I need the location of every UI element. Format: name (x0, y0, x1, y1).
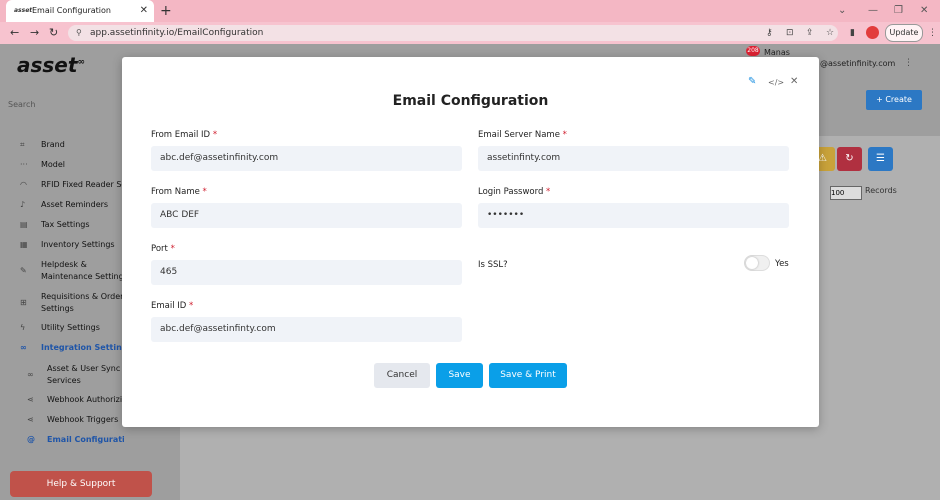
sidebar-item-model[interactable]: ··· Model (0, 158, 124, 172)
sidebar-search[interactable]: Search (8, 100, 35, 109)
at-icon: @ (27, 435, 35, 444)
sidebar-item-utility-settings[interactable]: ϟ Utility Settings (0, 321, 124, 335)
create-button[interactable]: + Create (866, 90, 922, 110)
sidebar-item-helpdesk[interactable]: ✎ Helpdesk & Maintenance Setting (0, 258, 124, 284)
sidebar-item-rfid[interactable]: ◠ RFID Fixed Reader Se (0, 178, 124, 192)
close-tab-icon[interactable]: ✕ (140, 0, 148, 22)
sidebar-item-integration-settings[interactable]: ∞ Integration Settings (0, 341, 124, 355)
menu-kebab-icon[interactable]: ⋮ (928, 26, 937, 40)
code-icon[interactable]: </> (768, 78, 784, 87)
login-password-input[interactable] (478, 203, 789, 228)
sidebar-item-asset-user-sync[interactable]: ∞ Asset & User Sync Services (0, 362, 124, 388)
sidepanel-icon[interactable]: ▮ (850, 26, 855, 40)
cart-icon: ⊞ (20, 298, 27, 307)
server-name-label: Email Server Name * (478, 130, 567, 140)
chevron-down-icon[interactable]: ⌄ (838, 0, 846, 22)
key-icon[interactable]: ⚷ (766, 26, 773, 40)
save-button[interactable]: Save (436, 363, 483, 388)
dots-icon: ··· (20, 160, 28, 169)
sidebar-item-inventory-settings[interactable]: ▦ Inventory Settings (0, 238, 124, 252)
modal-title: Email Configuration (392, 93, 549, 109)
url-text: app.assetinfinity.io/EmailConfiguration (90, 28, 264, 38)
sidebar-item-tax-settings[interactable]: ▤ Tax Settings (0, 218, 124, 232)
email-config-modal: ✎ </> ✕ Email Configuration From Email I… (122, 57, 819, 427)
bolt-icon: ϟ (20, 323, 26, 332)
maximize-icon[interactable]: ❐ (894, 0, 903, 22)
toggle-knob (746, 257, 758, 269)
sidebar-item-requisitions[interactable]: ⊞ Requisitions & Order Settings (0, 290, 124, 316)
forward-icon[interactable]: → (30, 22, 39, 44)
ssl-toggle[interactable] (744, 255, 770, 271)
records-select[interactable]: 100 (830, 186, 862, 200)
refresh-button[interactable]: ↻ (837, 147, 862, 171)
port-label: Port * (151, 244, 175, 254)
help-support-button[interactable]: Help & Support (10, 471, 152, 497)
cancel-button[interactable]: Cancel (374, 363, 430, 388)
favicon-icon: asset (14, 7, 33, 14)
server-name-input[interactable] (478, 146, 789, 171)
close-window-icon[interactable]: ✕ (920, 0, 928, 22)
from-email-input[interactable] (151, 146, 462, 171)
install-icon[interactable]: ⊡ (786, 26, 794, 40)
tag-icon: ⌗ (20, 140, 25, 149)
app-menu-icon[interactable]: ⋮ (904, 56, 913, 70)
app-logo: asset∞ (17, 53, 85, 77)
sidebar-item-asset-reminders[interactable]: ♪ Asset Reminders (0, 198, 124, 212)
list-view-button[interactable]: ☰ (868, 147, 893, 171)
user-email: @assetinfinity.com (820, 59, 896, 68)
reload-icon[interactable]: ↻ (49, 22, 58, 44)
bookmark-star-icon[interactable]: ☆ (826, 26, 834, 40)
sidebar-item-webhook-triggers[interactable]: ⋖ Webhook Triggers (0, 413, 124, 427)
ssl-toggle-text: Yes (775, 259, 789, 269)
browser-tab[interactable]: asset Email Configuration ✕ (6, 0, 154, 22)
login-password-label: Login Password * (478, 187, 551, 197)
port-input[interactable] (151, 260, 462, 285)
share-icon: ⋖ (27, 395, 34, 404)
wifi-icon: ◠ (20, 180, 27, 189)
edit-icon[interactable]: ✎ (748, 76, 756, 87)
tax-icon: ▤ (20, 220, 28, 229)
email-id-input[interactable] (151, 317, 462, 342)
share-icon: ⋖ (27, 415, 34, 424)
inventory-icon: ▦ (20, 240, 28, 249)
new-tab-button[interactable]: + (160, 0, 172, 22)
update-button[interactable]: Update (885, 24, 923, 42)
site-info-icon[interactable]: ⚲ (76, 28, 82, 37)
minimize-icon[interactable]: — (868, 0, 878, 22)
from-email-label: From Email ID * (151, 130, 218, 140)
close-icon[interactable]: ✕ (790, 76, 798, 87)
user-name: Manas (764, 48, 790, 57)
tab-title: Email Configuration (32, 6, 111, 15)
notification-badge[interactable]: 208 (746, 46, 760, 56)
bell-icon: ♪ (20, 200, 26, 209)
sidebar-item-email-configuration[interactable]: @Email Configuration (0, 433, 124, 447)
save-print-button[interactable]: Save & Print (489, 363, 567, 388)
url-input[interactable]: ⚲ app.assetinfinity.io/EmailConfiguratio… (68, 25, 838, 41)
back-icon[interactable]: ← (10, 22, 19, 44)
share-icon[interactable]: ⇪ (806, 26, 814, 40)
records-label: Records (865, 186, 897, 195)
link-icon: ∞ (27, 370, 34, 379)
is-ssl-label: Is SSL? (478, 260, 508, 270)
link-icon: ∞ (20, 343, 27, 352)
sidebar-item-webhook-authorization[interactable]: ⋖ Webhook Authorizi (0, 393, 124, 407)
email-id-label: Email ID * (151, 301, 194, 311)
from-name-label: From Name * (151, 187, 207, 197)
sidebar-item-brand[interactable]: ⌗ Brand (0, 138, 124, 152)
wrench-icon: ✎ (20, 266, 27, 275)
from-name-input[interactable] (151, 203, 462, 228)
profile-avatar[interactable] (866, 26, 879, 39)
